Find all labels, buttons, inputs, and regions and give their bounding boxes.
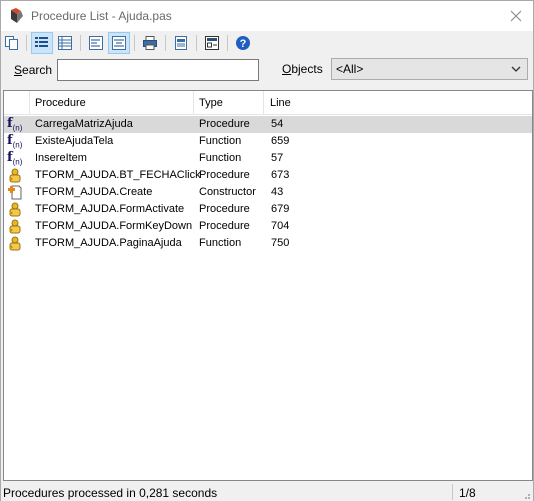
cell-procedure: TFORM_AJUDA.FormActivate bbox=[35, 203, 185, 215]
list-row[interactable]: TFORM_AJUDA.FormActivate Procedure 679 bbox=[4, 201, 532, 218]
objects-selected-value: <All> bbox=[336, 62, 364, 76]
align-center-icon bbox=[112, 36, 126, 50]
align-left-button[interactable] bbox=[85, 32, 107, 54]
list-row[interactable]: TFORM_AJUDA.PaginaAjuda Function 750 bbox=[4, 235, 532, 252]
toolbar-separator bbox=[227, 35, 228, 51]
column-header-type[interactable]: Type bbox=[194, 91, 264, 115]
print-button[interactable] bbox=[139, 32, 161, 54]
objects-label: Objects bbox=[282, 62, 323, 76]
close-icon bbox=[510, 10, 522, 22]
help-icon: ? bbox=[236, 36, 250, 50]
align-center-button[interactable] bbox=[108, 32, 130, 54]
status-separator bbox=[452, 484, 453, 500]
list-row[interactable]: f(n) CarregaMatrizAjuda Procedure 54 bbox=[4, 116, 532, 133]
cell-line: 704 bbox=[271, 220, 290, 232]
cell-type: Procedure bbox=[199, 169, 250, 181]
search-label: Search bbox=[14, 63, 53, 77]
cell-line: 43 bbox=[271, 186, 284, 198]
method-icon bbox=[7, 218, 25, 235]
list-view-button[interactable] bbox=[31, 32, 53, 54]
options-button[interactable] bbox=[201, 32, 223, 54]
cell-line: 750 bbox=[271, 237, 290, 249]
cell-line: 679 bbox=[271, 203, 290, 215]
toolbar: ? bbox=[1, 31, 533, 55]
toolbar-separator bbox=[80, 35, 81, 51]
cell-procedure: TFORM_AJUDA.BT_FECHAClick bbox=[35, 169, 201, 181]
cell-procedure: TFORM_AJUDA.FormKeyDown bbox=[35, 220, 193, 232]
function-icon: f(n) bbox=[7, 133, 23, 150]
list-row[interactable]: f(n) InsereItem Function 57 bbox=[4, 150, 532, 167]
list-row[interactable]: TFORM_AJUDA.BT_FECHAClick Procedure 673 bbox=[4, 167, 532, 184]
detail-view-button[interactable] bbox=[54, 32, 76, 54]
cell-line: 673 bbox=[271, 169, 290, 181]
cell-procedure: InsereItem bbox=[35, 152, 87, 164]
cell-type: Procedure bbox=[199, 118, 250, 130]
cell-line: 57 bbox=[271, 152, 284, 164]
title-bar: Procedure List - Ajuda.pas bbox=[1, 1, 533, 31]
cell-procedure: CarregaMatrizAjuda bbox=[35, 118, 133, 130]
detail-view-icon bbox=[58, 36, 72, 50]
print-preview-button[interactable] bbox=[170, 32, 192, 54]
help-button[interactable]: ? bbox=[232, 32, 254, 54]
method-icon bbox=[7, 201, 25, 218]
function-icon: f(n) bbox=[7, 116, 23, 133]
cell-type: Procedure bbox=[199, 220, 250, 232]
procedure-list[interactable]: Procedure Type Line f(n) CarregaMatrizAju… bbox=[3, 90, 533, 481]
list-row[interactable]: TFORM_AJUDA.Create Constructor 43 bbox=[4, 184, 532, 201]
toolbar-separator bbox=[196, 35, 197, 51]
copy-button[interactable] bbox=[1, 32, 23, 54]
cell-procedure: TFORM_AJUDA.Create bbox=[35, 186, 153, 198]
status-bar: Procedures processed in 0,281 seconds 1/… bbox=[1, 483, 533, 501]
function-icon: f(n) bbox=[7, 150, 23, 167]
svg-text:?: ? bbox=[240, 38, 247, 50]
method-icon bbox=[7, 235, 25, 252]
toolbar-separator bbox=[165, 35, 166, 51]
constructor-icon bbox=[7, 184, 25, 201]
column-header-icon[interactable] bbox=[4, 91, 30, 115]
column-header-line[interactable]: Line bbox=[264, 91, 532, 115]
cell-type: Function bbox=[199, 152, 242, 164]
cell-line: 54 bbox=[271, 118, 284, 130]
copy-icon bbox=[5, 36, 18, 50]
list-view-icon bbox=[35, 37, 48, 47]
list-header: Procedure Type Line bbox=[4, 91, 532, 115]
status-count: 1/8 bbox=[459, 486, 476, 500]
cell-procedure: TFORM_AJUDA.PaginaAjuda bbox=[35, 237, 182, 249]
resize-grip-icon[interactable] bbox=[521, 489, 531, 499]
app-icon bbox=[8, 7, 26, 25]
chevron-down-icon bbox=[511, 63, 521, 77]
procedure-list-window: Procedure List - Ajuda.pas ? Search Obje… bbox=[0, 0, 534, 501]
print-preview-icon bbox=[175, 36, 187, 50]
print-icon bbox=[143, 36, 157, 50]
cell-type: Function bbox=[199, 135, 242, 147]
search-input[interactable] bbox=[57, 59, 259, 81]
window-title: Procedure List - Ajuda.pas bbox=[31, 9, 172, 23]
options-icon bbox=[205, 36, 219, 50]
cell-type: Procedure bbox=[199, 203, 250, 215]
cell-type: Function bbox=[199, 237, 242, 249]
toolbar-separator bbox=[26, 35, 27, 51]
close-button[interactable] bbox=[499, 1, 533, 31]
status-message: Procedures processed in 0,281 seconds bbox=[3, 486, 218, 500]
list-row[interactable]: TFORM_AJUDA.FormKeyDown Procedure 704 bbox=[4, 218, 532, 235]
column-header-procedure[interactable]: Procedure bbox=[30, 91, 194, 115]
toolbar-separator bbox=[134, 35, 135, 51]
objects-dropdown[interactable]: <All> bbox=[331, 58, 528, 80]
cell-line: 659 bbox=[271, 135, 290, 147]
align-left-icon bbox=[89, 36, 103, 50]
cell-procedure: ExisteAjudaTela bbox=[35, 135, 114, 147]
method-icon bbox=[7, 167, 25, 184]
cell-type: Constructor bbox=[199, 186, 256, 198]
list-row[interactable]: f(n) ExisteAjudaTela Function 659 bbox=[4, 133, 532, 150]
